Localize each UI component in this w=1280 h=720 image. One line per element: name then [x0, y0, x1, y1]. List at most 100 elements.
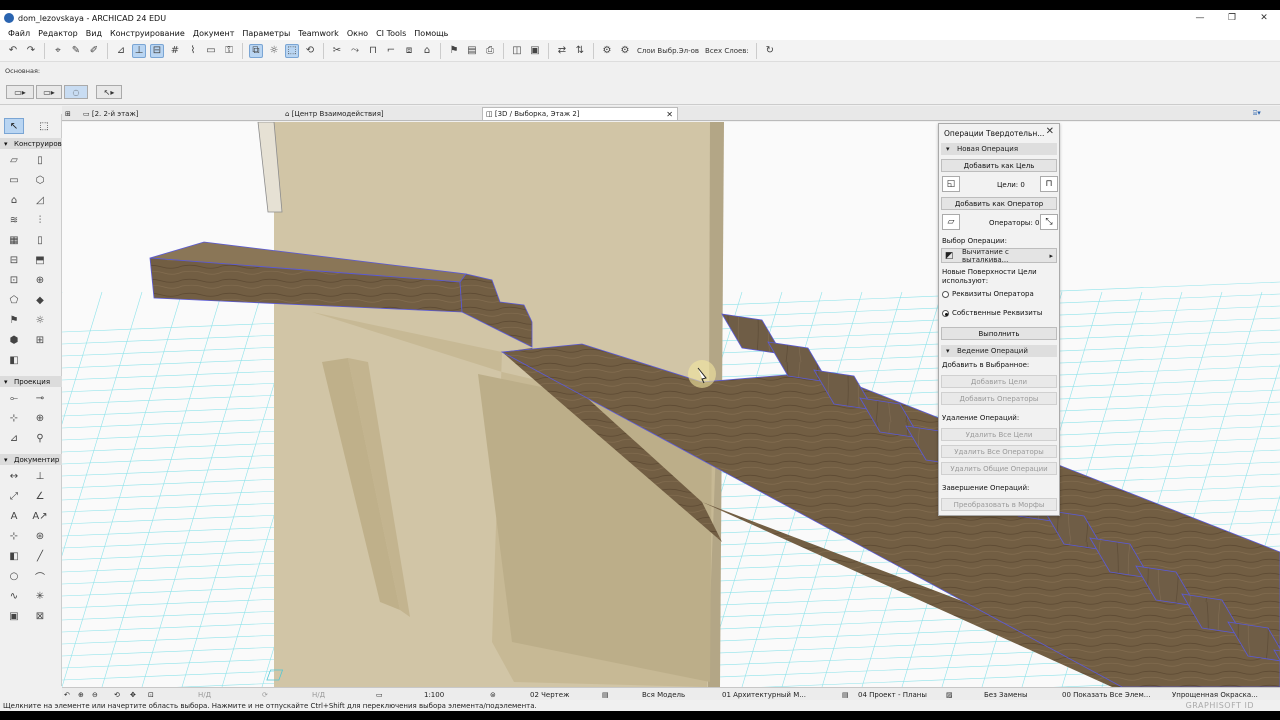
hotspot-icon[interactable]: ⊹: [6, 528, 22, 544]
menu-window[interactable]: Окно: [343, 29, 372, 38]
sun-icon[interactable]: ☼: [267, 44, 281, 58]
minimize-button[interactable]: —: [1184, 13, 1216, 23]
refresh-icon[interactable]: ↻: [763, 44, 777, 58]
marquee-icon[interactable]: ▭: [204, 44, 218, 58]
rotate-icon[interactable]: ⟳: [262, 689, 268, 700]
layers-selected-label[interactable]: Слои Выбр.Эл-ов: [637, 47, 699, 55]
zoom-out-icon[interactable]: ⊖: [92, 689, 98, 700]
publish-icon[interactable]: ⎙: [483, 44, 497, 58]
hotlink-icon[interactable]: ⚙: [600, 44, 614, 58]
graphisoft-brand[interactable]: GRAPHISOFT ID: [1186, 701, 1254, 710]
picture-icon[interactable]: ▣: [6, 608, 22, 624]
wall-icon[interactable]: ▱: [6, 152, 22, 168]
menu-view[interactable]: Вид: [82, 29, 106, 38]
text-icon[interactable]: A: [6, 508, 22, 524]
magic-wand-icon[interactable]: ✎: [69, 44, 83, 58]
zoom-value[interactable]: Н/Д: [198, 689, 211, 700]
selection-filter-button[interactable]: ▭▸: [36, 85, 62, 99]
railing-icon[interactable]: ⫶: [32, 212, 48, 228]
new-operation-section[interactable]: Новая Операция: [941, 143, 1057, 155]
delete-common-operations-button[interactable]: Удалить Общие Операции: [941, 462, 1057, 475]
lock-icon[interactable]: ⚿: [222, 44, 236, 58]
3d-viewport[interactable]: [62, 122, 1280, 687]
add-operators-button[interactable]: Добавить Операторы: [941, 392, 1057, 405]
elevation-icon[interactable]: ⊸: [32, 390, 48, 406]
beam-icon[interactable]: ▭: [6, 172, 22, 188]
sun-tool-icon[interactable]: ☼: [32, 312, 48, 328]
shell-icon[interactable]: ◿: [32, 192, 48, 208]
arrow-tool-icon[interactable]: ↖: [4, 118, 24, 134]
guide-lines-icon[interactable]: ⊿: [114, 44, 128, 58]
select-targets-icon[interactable]: ⊓: [1040, 176, 1058, 192]
dimension-icon[interactable]: ↔: [6, 468, 22, 484]
marquee-tool-icon[interactable]: ⬚: [34, 118, 54, 134]
spline-icon[interactable]: ∿: [6, 588, 22, 604]
arrow-mode-button[interactable]: ↖▸: [96, 85, 122, 99]
section-design[interactable]: Конструиров: [0, 138, 62, 149]
pan-icon[interactable]: ✥: [130, 689, 136, 700]
tab-floor-plan[interactable]: ▭ [2. 2-й этаж]: [80, 107, 280, 120]
view-3d-icon[interactable]: ◫: [510, 44, 524, 58]
angle-value[interactable]: Н/Д: [312, 689, 325, 700]
add-as-target-button[interactable]: Добавить как Цель: [941, 159, 1057, 172]
rotate-view-icon[interactable]: ⟲: [303, 44, 317, 58]
scale-value[interactable]: 1:100: [424, 689, 444, 700]
object-icon[interactable]: ⊡: [6, 272, 22, 288]
menu-options[interactable]: Параметры: [238, 29, 294, 38]
eyedropper-icon[interactable]: ✐: [87, 44, 101, 58]
drawing-icon[interactable]: ⊠: [32, 608, 48, 624]
layers-icon[interactable]: ⚙: [618, 44, 632, 58]
adjust-icon[interactable]: ⤳: [348, 44, 362, 58]
close-window-button[interactable]: ✕: [1248, 13, 1280, 23]
fit-window-icon[interactable]: ⊡: [148, 689, 154, 700]
fillet-icon[interactable]: ⌐: [384, 44, 398, 58]
arc-icon[interactable]: ⌒: [32, 568, 48, 584]
fill-icon[interactable]: ◧: [6, 548, 22, 564]
morph-icon[interactable]: ◆: [32, 292, 48, 308]
angle-dimension-icon[interactable]: ∠: [32, 488, 48, 504]
operation-select[interactable]: ◩ Вычитание с выталкива... ▸: [941, 248, 1057, 264]
snap-guides-icon[interactable]: ⊥: [132, 43, 146, 58]
door-icon[interactable]: ▯: [32, 232, 48, 248]
hotspot-star-icon[interactable]: ✳: [32, 588, 48, 604]
delete-all-targets-button[interactable]: Удалить Все Цели: [941, 428, 1057, 441]
radio-own-attributes[interactable]: [942, 310, 949, 317]
palette-close-icon[interactable]: ✕: [1046, 126, 1054, 137]
radio-operator-label[interactable]: Реквизиты Оператора: [952, 290, 1034, 298]
figure-icon[interactable]: ⊛: [32, 528, 48, 544]
model-view-option[interactable]: Вся Модель: [642, 689, 685, 700]
teamwork-icon[interactable]: ⇄: [555, 44, 569, 58]
worksheet-icon[interactable]: ⊕: [32, 410, 48, 426]
pick-up-icon[interactable]: ⌖: [51, 44, 65, 58]
intersect-icon[interactable]: ⊓: [366, 44, 380, 58]
manage-operations-section[interactable]: Ведение Операций: [941, 345, 1057, 357]
roof-icon[interactable]: ⌂: [6, 192, 22, 208]
line-icon[interactable]: ╱: [32, 548, 48, 564]
radio-own-label[interactable]: Собственные Реквизиты: [952, 309, 1042, 317]
offset-icon[interactable]: ⧈: [402, 44, 416, 58]
column-icon[interactable]: ▯: [32, 152, 48, 168]
menu-teamwork[interactable]: Teamwork: [294, 29, 343, 38]
add-as-operator-button[interactable]: Добавить как Оператор: [941, 197, 1057, 210]
menu-help[interactable]: Помощь: [410, 29, 452, 38]
partial-structure[interactable]: Упрощенная Окраска...: [1172, 689, 1258, 700]
lamp-icon[interactable]: ⊕: [32, 272, 48, 288]
section-icon[interactable]: ⟜: [6, 390, 22, 406]
convert-to-morphs-button[interactable]: Преобразовать в Морфы: [941, 498, 1057, 511]
dimension-style[interactable]: 04 Проект - Планы: [858, 689, 927, 700]
window-tool-icon[interactable]: ⊟: [6, 252, 22, 268]
ruler-icon[interactable]: ⌇: [186, 44, 200, 58]
gravity-icon[interactable]: ⊟: [150, 43, 164, 58]
skylight-icon[interactable]: ⬒: [32, 252, 48, 268]
grid-tool-icon[interactable]: ⊞: [32, 332, 48, 348]
navigator-grid-icon[interactable]: ⊞: [62, 107, 78, 120]
change-icon[interactable]: ⚲: [32, 430, 48, 446]
3d-model-canvas[interactable]: [62, 122, 1280, 687]
interior-elevation-icon[interactable]: ⊹: [6, 410, 22, 426]
menu-document[interactable]: Документ: [189, 29, 239, 38]
curtain-wall-icon[interactable]: ▦: [6, 232, 22, 248]
tab-interaction-center[interactable]: ⌂ [Центр Взаимодействия]: [282, 107, 480, 120]
all-layers-label[interactable]: Всех Слоев:: [705, 47, 749, 55]
section-documentation[interactable]: Документир: [0, 454, 62, 465]
graphic-override[interactable]: Без Замены: [984, 689, 1028, 700]
